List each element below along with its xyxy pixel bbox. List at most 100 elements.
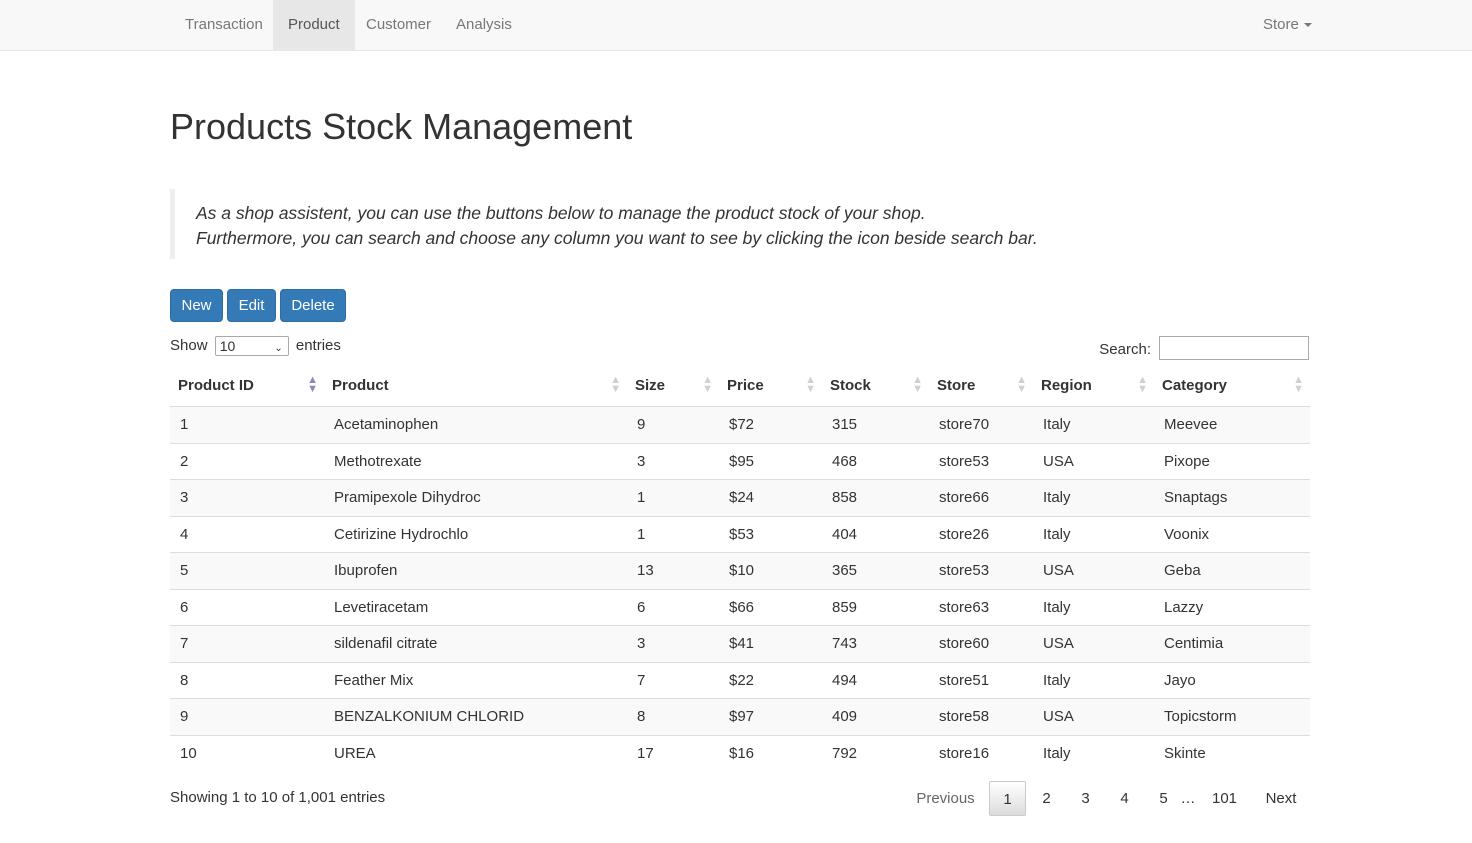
table-body: 1 Acetaminophen 9 $72 315 store70 Italy Meevee 2… <box>170 405 1310 771</box>
column-header-stock[interactable]: Stock ▲ ▼ <box>822 366 929 407</box>
table-cell: 1 <box>170 405 324 443</box>
table-row[interactable]: 9 BENZALKONIUM CHLORID 8 $97 409 store58 USA To… <box>170 697 1310 735</box>
table-cell: 2 <box>170 442 324 479</box>
nav-item-transaction[interactable]: Transaction <box>170 0 278 50</box>
table-cell: Jayo <box>1154 661 1310 698</box>
column-header-region[interactable]: Region ▲ ▼ <box>1033 366 1154 407</box>
table-cell: store53 <box>929 442 1033 479</box>
table-row[interactable]: 5 Ibuprofen 13 $10 365 store53 USA Geba <box>170 551 1310 589</box>
sort-icon: ▲ ▼ <box>1137 374 1148 395</box>
table-cell: Topicstorm <box>1154 697 1310 735</box>
page-title: Products Stock Management <box>170 106 633 147</box>
table-cell: 365 <box>822 551 929 589</box>
page-button-5[interactable]: 5 <box>1145 781 1182 816</box>
table-cell: store63 <box>929 588 1033 625</box>
store-dropdown-label: Store <box>1263 16 1299 33</box>
new-button[interactable]: New <box>170 289 223 322</box>
sort-icon: ▲ ▼ <box>702 374 713 395</box>
page-button-last[interactable]: 101 <box>1203 781 1246 816</box>
pagination-ellipsis: … <box>1180 790 1196 807</box>
table-cell: 468 <box>822 442 929 479</box>
table-row[interactable]: 8 Feather Mix 7 $22 494 store51 Italy Jayo <box>170 661 1310 698</box>
column-header-size[interactable]: Size ▲ ▼ <box>627 366 719 407</box>
table-cell: $97 <box>719 697 822 735</box>
nav-item-product[interactable]: Product <box>273 0 355 50</box>
products-table: Product ID ▲ ▼ Product ▲ ▼ Size ▲ ▼ Price ▲ ▼ St… <box>170 366 1310 771</box>
sort-icon: ▲ ▼ <box>805 374 816 395</box>
table-cell: Geba <box>1154 551 1310 589</box>
edit-button[interactable]: Edit <box>227 289 276 322</box>
table-cell: Italy <box>1033 588 1154 625</box>
table-cell: $24 <box>719 478 822 516</box>
column-header-label: Size <box>635 377 666 395</box>
table-cell: store66 <box>929 478 1033 516</box>
delete-button[interactable]: Delete <box>280 289 346 322</box>
table-cell: Feather Mix <box>324 661 627 698</box>
table-cell: 6 <box>627 588 719 625</box>
table-cell: $16 <box>719 734 822 771</box>
table-cell: 7 <box>170 624 324 662</box>
table-cell: 6 <box>170 588 324 625</box>
column-header-product[interactable]: Product ▲ ▼ <box>324 366 627 407</box>
table-cell: Acetaminophen <box>324 405 627 443</box>
page-button-3[interactable]: 3 <box>1067 781 1104 816</box>
table-cell: store26 <box>929 515 1033 552</box>
column-header-label: Store <box>937 377 976 395</box>
table-row[interactable]: 6 Levetiracetam 6 $66 859 store63 Italy Lazzy <box>170 588 1310 625</box>
table-cell: 494 <box>822 661 929 698</box>
table-cell: $22 <box>719 661 822 698</box>
table-cell: Italy <box>1033 405 1154 443</box>
nav-item-analysis[interactable]: Analysis <box>441 0 527 50</box>
previous-page-button[interactable]: Previous <box>905 781 986 816</box>
entries-label: entries <box>295 337 341 355</box>
entries-select[interactable]: 10 ⌄ <box>214 336 289 357</box>
column-header-store[interactable]: Store ▲ ▼ <box>929 366 1033 407</box>
table-cell: UREA <box>324 734 627 771</box>
table-cell: $53 <box>719 515 822 552</box>
next-page-button[interactable]: Next <box>1257 781 1305 816</box>
table-cell: Italy <box>1033 661 1154 698</box>
description-blockquote: As a shop assistent, you can use the but… <box>170 189 1309 259</box>
table-cell: Methotrexate <box>324 442 627 479</box>
column-header-price[interactable]: Price ▲ ▼ <box>719 366 822 407</box>
table-row[interactable]: 2 Methotrexate 3 $95 468 store53 USA Pixope <box>170 442 1310 479</box>
table-cell: Snaptags <box>1154 478 1310 516</box>
table-cell: sildenafil citrate <box>324 624 627 662</box>
table-cell: 315 <box>822 405 929 443</box>
table-cell: USA <box>1033 624 1154 662</box>
sort-icon: ▲ ▼ <box>1016 374 1027 395</box>
table-cell: store58 <box>929 697 1033 735</box>
table-row[interactable]: 4 Cetirizine Hydrochlo 1 $53 404 store26 Italy… <box>170 515 1310 552</box>
sort-icon: ▲ ▼ <box>912 374 923 395</box>
table-cell: 17 <box>627 734 719 771</box>
search-input[interactable] <box>1159 336 1309 360</box>
table-cell: Italy <box>1033 734 1154 771</box>
table-cell: Ibuprofen <box>324 551 627 589</box>
sort-icon: ▲ ▼ <box>610 374 621 395</box>
table-cell: Pramipexole Dihydroc <box>324 478 627 516</box>
page-button-1[interactable]: 1 <box>989 781 1026 816</box>
column-header-category[interactable]: Category ▲ ▼ <box>1154 366 1310 407</box>
table-row[interactable]: 1 Acetaminophen 9 $72 315 store70 Italy Meevee <box>170 405 1310 443</box>
table-row[interactable]: 3 Pramipexole Dihydroc 1 $24 858 store66 Italy… <box>170 478 1310 516</box>
sort-icon: ▲ ▼ <box>1293 374 1304 395</box>
table-info: Showing 1 to 10 of 1,001 entries <box>170 789 386 806</box>
nav-item-customer[interactable]: Customer <box>351 0 446 50</box>
column-header-label: Product ID <box>178 377 254 395</box>
table-cell: Skinte <box>1154 734 1310 771</box>
table-cell: store16 <box>929 734 1033 771</box>
table-cell: 1 <box>627 515 719 552</box>
show-label: Show <box>170 337 208 355</box>
table-cell: Meevee <box>1154 405 1310 443</box>
page-button-4[interactable]: 4 <box>1106 781 1143 816</box>
entries-select-value: 10 <box>219 338 236 355</box>
search-label: Search: <box>1099 341 1151 358</box>
table-row[interactable]: 7 sildenafil citrate 3 $41 743 store60 USA Cent… <box>170 624 1310 662</box>
store-dropdown[interactable]: Store <box>1248 0 1327 50</box>
table-cell: 858 <box>822 478 929 516</box>
page-button-2[interactable]: 2 <box>1028 781 1065 816</box>
column-header-product-id[interactable]: Product ID ▲ ▼ <box>170 366 324 407</box>
table-cell: 10 <box>170 734 324 771</box>
table-cell: Cetirizine Hydrochlo <box>324 515 627 552</box>
table-row[interactable]: 10 UREA 17 $16 792 store16 Italy Skinte <box>170 734 1310 771</box>
